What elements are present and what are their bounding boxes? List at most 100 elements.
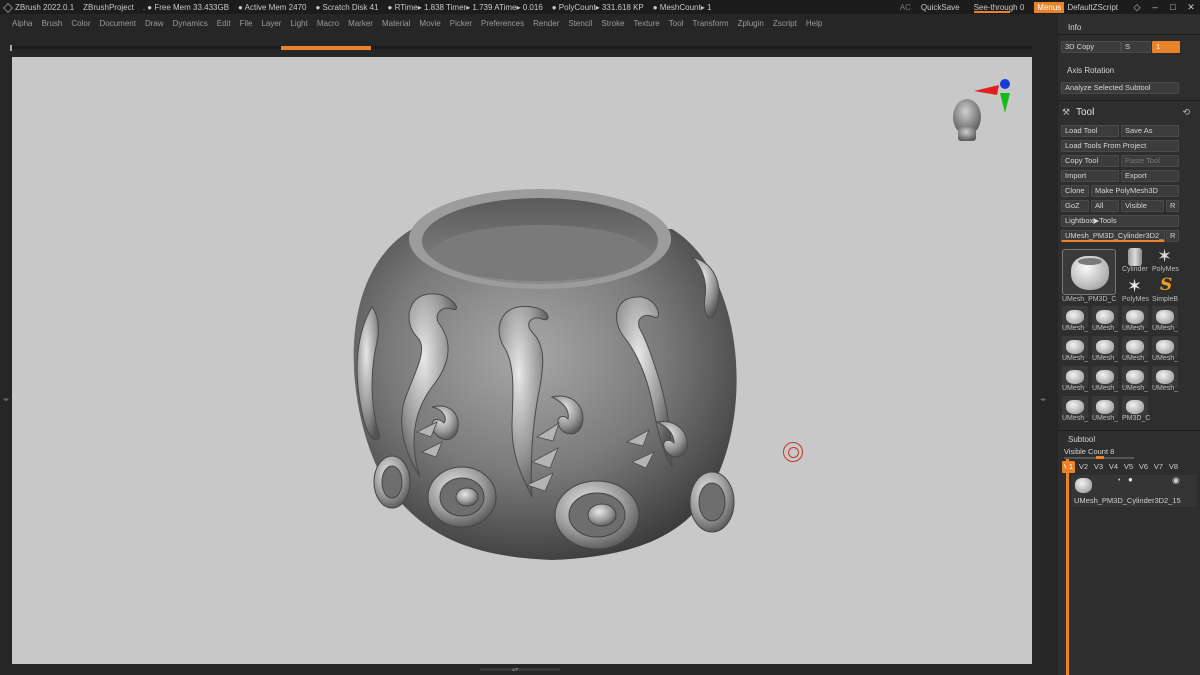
menu-draw[interactable]: Draw — [145, 19, 164, 28]
menu-marker[interactable]: Marker — [348, 19, 373, 28]
menu-render[interactable]: Render — [533, 19, 559, 28]
make-polymesh-button[interactable]: Make PolyMesh3D — [1091, 185, 1179, 197]
menu-tool[interactable]: Tool — [669, 19, 684, 28]
menu-light[interactable]: Light — [290, 19, 307, 28]
3d-copy-s-button[interactable]: S — [1121, 41, 1151, 53]
goz-button[interactable]: GoZ — [1061, 200, 1089, 212]
quicksave-button[interactable]: QuickSave — [921, 3, 960, 12]
canvas-viewport[interactable] — [12, 57, 1032, 664]
ac-button[interactable]: AC — [900, 3, 911, 12]
polymesh-star-thumbnail[interactable]: ✶ — [1122, 276, 1148, 298]
3d-copy-button[interactable]: 3D Copy — [1061, 41, 1121, 53]
version-tab-v4[interactable]: V4 — [1107, 461, 1120, 473]
tray-expand-left-icon[interactable]: ◂▸ — [3, 396, 9, 403]
meshcount: ● MeshCount▸ 1 — [652, 2, 712, 12]
subtool-eye-icon[interactable]: ◉ — [1172, 475, 1180, 486]
import-button[interactable]: Import — [1061, 170, 1119, 182]
subtool-thumbnail — [1074, 477, 1094, 495]
version-tab-v2[interactable]: V2 — [1077, 461, 1090, 473]
tool-header[interactable]: ⚒ Tool ⟲ — [1058, 106, 1200, 120]
menu-macro[interactable]: Macro — [317, 19, 339, 28]
menu-edit[interactable]: Edit — [217, 19, 231, 28]
bottom-tray-handle[interactable] — [480, 668, 560, 671]
3d-copy-slider[interactable]: 1 — [1152, 41, 1180, 53]
goz-r-button[interactable]: R — [1166, 200, 1179, 212]
polymesh-tool-label: PolyMes — [1152, 266, 1179, 273]
menu-texture[interactable]: Texture — [634, 19, 660, 28]
visible-count-handle[interactable] — [1096, 456, 1104, 459]
progress-strip — [0, 40, 1040, 56]
active-tool-thumbnail[interactable] — [1062, 249, 1116, 295]
menu-file[interactable]: File — [240, 19, 253, 28]
subtool-polyframe-icon[interactable]: ● — [1128, 475, 1133, 484]
load-tool-button[interactable]: Load Tool — [1061, 125, 1119, 137]
version-tab-v3[interactable]: V3 — [1092, 461, 1105, 473]
left-tray[interactable]: ◂▸ — [0, 56, 12, 666]
subtool-scrollbar[interactable] — [1064, 459, 1071, 675]
menu-document[interactable]: Document — [100, 19, 136, 28]
umesh-label: UMesh_ — [1122, 385, 1149, 392]
menu-stencil[interactable]: Stencil — [568, 19, 592, 28]
brush-cursor-icon — [783, 442, 803, 462]
menu-material[interactable]: Material — [382, 19, 410, 28]
see-through-slider[interactable]: See-through 0 — [973, 3, 1024, 13]
copy-tool-button[interactable]: Copy Tool — [1061, 155, 1119, 167]
paste-tool-button[interactable]: Paste Tool — [1121, 155, 1179, 167]
simplebrush-tool-label: SimpleB — [1152, 296, 1179, 303]
goz-all-button[interactable]: All — [1091, 200, 1119, 212]
active-tool-label: UMesh_PM3D_C — [1062, 296, 1117, 303]
clone-button[interactable]: Clone — [1061, 185, 1089, 197]
menu-brush[interactable]: Brush — [41, 19, 62, 28]
subtool-visibility-icons[interactable]: • — [1118, 477, 1120, 484]
menu-transform[interactable]: Transform — [692, 19, 728, 28]
load-tools-from-project-button[interactable]: Load Tools From Project — [1061, 140, 1179, 152]
goz-visible-button[interactable]: Visible — [1121, 200, 1164, 212]
info-label[interactable]: Info — [1068, 23, 1081, 32]
umesh-label: UMesh_ — [1092, 415, 1119, 422]
layout-icon[interactable]: ◇ — [1128, 2, 1146, 13]
axis-rotation-label[interactable]: Axis Rotation — [1067, 66, 1114, 75]
menu-zscript[interactable]: Zscript — [773, 19, 797, 28]
minimize-icon[interactable]: – — [1146, 2, 1164, 12]
visible-count-slider[interactable]: Visible Count 8 — [1064, 447, 1114, 456]
progress-track — [12, 46, 1032, 49]
bottom-tray[interactable]: ▴▾ — [0, 664, 1040, 675]
umesh-label: UMesh_ — [1092, 385, 1119, 392]
polymesh-tool-thumbnail[interactable]: ✶ — [1152, 246, 1178, 268]
menu-color[interactable]: Color — [71, 19, 90, 28]
right-tray[interactable]: ◂▸ — [1032, 56, 1058, 675]
tray-expand-bottom-icon[interactable]: ▴▾ — [512, 666, 518, 673]
current-tool-r-button[interactable]: R — [1166, 230, 1179, 242]
menu-movie[interactable]: Movie — [419, 19, 440, 28]
menu-stroke[interactable]: Stroke — [601, 19, 624, 28]
save-as-button[interactable]: Save As — [1121, 125, 1179, 137]
export-button[interactable]: Export — [1121, 170, 1179, 182]
lightbox-tools-button[interactable]: Lightbox▶Tools — [1061, 215, 1179, 227]
maximize-icon[interactable]: □ — [1164, 2, 1182, 12]
menu-alpha[interactable]: Alpha — [12, 19, 32, 28]
tray-expand-right-icon[interactable]: ◂▸ — [1040, 396, 1046, 403]
refresh-icon[interactable]: ⟲ — [1182, 107, 1190, 118]
version-tab-v7[interactable]: V7 — [1152, 461, 1165, 473]
menu-picker[interactable]: Picker — [450, 19, 472, 28]
cylinder-tool-thumbnail[interactable] — [1122, 246, 1148, 268]
menu-zplugin[interactable]: Zplugin — [738, 19, 764, 28]
free-mem: . ● Free Mem 33.433GB — [142, 2, 230, 12]
current-tool-slider[interactable]: UMesh_PM3D_Cylinder3D2_1 — [1061, 230, 1165, 242]
default-zscript-button[interactable]: DefaultZScript — [1067, 3, 1118, 12]
menu-help[interactable]: Help — [806, 19, 822, 28]
menus-toggle[interactable]: Menus — [1034, 1, 1065, 13]
menu-preferences[interactable]: Preferences — [481, 19, 524, 28]
version-tab-v5[interactable]: V5 — [1122, 461, 1135, 473]
subtool-title[interactable]: Subtool — [1068, 435, 1095, 444]
subtool-item[interactable]: • ● ◉ UMesh_PM3D_Cylinder3D2_15 — [1072, 475, 1197, 507]
simplebrush-tool-thumbnail[interactable]: S — [1152, 276, 1178, 298]
analyze-subtool-button[interactable]: Analyze Selected Subtool — [1061, 82, 1179, 94]
umesh-label: UMesh_ — [1152, 385, 1179, 392]
umesh-label: UMesh_ — [1092, 355, 1119, 362]
menu-dynamics[interactable]: Dynamics — [173, 19, 208, 28]
version-tab-v8[interactable]: V8 — [1167, 461, 1180, 473]
version-tab-v6[interactable]: V6 — [1137, 461, 1150, 473]
menu-layer[interactable]: Layer — [261, 19, 281, 28]
close-icon[interactable]: ✕ — [1182, 2, 1200, 13]
